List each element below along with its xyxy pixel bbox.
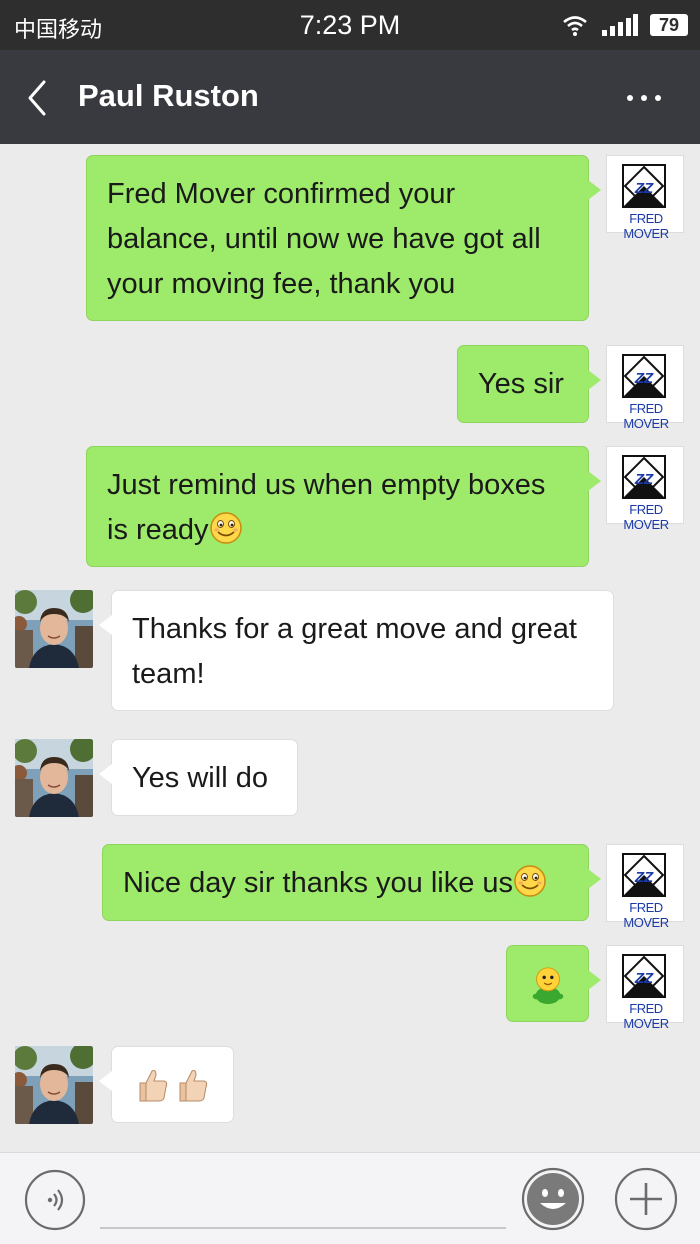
emoji-icon[interactable] (521, 1167, 585, 1231)
logo-text: FRED MOVER (623, 502, 669, 532)
svg-text:ZZ: ZZ (634, 970, 654, 987)
avatar[interactable] (15, 739, 93, 817)
fred-mover-logo-icon: ZZ (622, 853, 666, 897)
smiley-icon (209, 512, 242, 544)
logo-text: FRED MOVER (623, 211, 669, 241)
plus-icon[interactable] (614, 1167, 678, 1231)
avatar[interactable]: ZZ FRED MOVER (606, 945, 684, 1031)
svg-text:ZZ: ZZ (634, 180, 654, 197)
avatar[interactable]: ZZ FRED MOVER (606, 345, 684, 431)
incoming-message-bubble[interactable]: Thanks for a great move and great team! (99, 590, 614, 711)
incoming-message-bubble[interactable]: Yes will do (99, 739, 298, 816)
avatar[interactable] (15, 1046, 93, 1124)
battery-icon: 79 (650, 14, 688, 36)
message-text: Thanks for a great move and great team! (132, 613, 577, 690)
logo-text: FRED MOVER (623, 401, 669, 431)
smiley-icon (514, 865, 546, 897)
avatar[interactable] (15, 590, 93, 668)
back-arrow-icon[interactable] (20, 78, 56, 118)
message-text: Nice day sir thanks you like us (123, 867, 514, 899)
status-time: 7:23 PM (299, 10, 401, 40)
green-chick-sticker-icon (532, 967, 564, 1005)
message-text: Yes will do (132, 762, 268, 794)
fred-mover-logo-icon: ZZ (622, 954, 666, 998)
avatar[interactable]: ZZ FRED MOVER (606, 446, 684, 532)
message-text: Yes sir (478, 368, 564, 400)
signal-icon (602, 14, 638, 36)
fred-mover-logo-icon: ZZ (622, 164, 666, 208)
contact-name: Paul Ruston (78, 78, 259, 113)
message-text: Fred Mover confirmed your balance, until… (107, 178, 541, 300)
svg-text:ZZ: ZZ (634, 370, 654, 387)
fred-mover-logo-icon: ZZ (622, 455, 666, 499)
voice-input-icon[interactable] (24, 1169, 86, 1231)
fred-mover-logo-icon: ZZ (622, 354, 666, 398)
chat-header: Paul Ruston (0, 50, 700, 144)
incoming-message-bubble[interactable] (99, 1046, 234, 1123)
chat-input-bar (0, 1152, 700, 1244)
logo-text: FRED MOVER (623, 1001, 669, 1031)
message-text: Just remind us when empty boxes is ready (107, 469, 546, 546)
outgoing-message-bubble[interactable]: Yes sir (457, 345, 601, 423)
avatar[interactable]: ZZ FRED MOVER (606, 155, 684, 241)
svg-text:ZZ: ZZ (634, 471, 654, 488)
avatar[interactable]: ZZ FRED MOVER (606, 844, 684, 930)
wifi-icon (563, 16, 587, 36)
thumbs-up-icon (139, 1070, 168, 1102)
outgoing-message-bubble[interactable]: Just remind us when empty boxes is ready (86, 446, 601, 567)
logo-text: FRED MOVER (623, 900, 669, 930)
outgoing-message-bubble[interactable] (506, 945, 601, 1022)
outgoing-message-bubble[interactable]: Nice day sir thanks you like us (102, 844, 601, 921)
status-bar: 中国移动 7:23 PM 79 (0, 0, 700, 50)
message-list[interactable]: Fred Mover confirmed your balance, until… (0, 144, 700, 1152)
outgoing-message-bubble[interactable]: Fred Mover confirmed your balance, until… (86, 155, 601, 321)
svg-text:ZZ: ZZ (634, 869, 654, 886)
thumbs-up-icon (179, 1070, 208, 1102)
message-input[interactable] (100, 1171, 506, 1229)
more-options-icon[interactable] (622, 86, 666, 110)
